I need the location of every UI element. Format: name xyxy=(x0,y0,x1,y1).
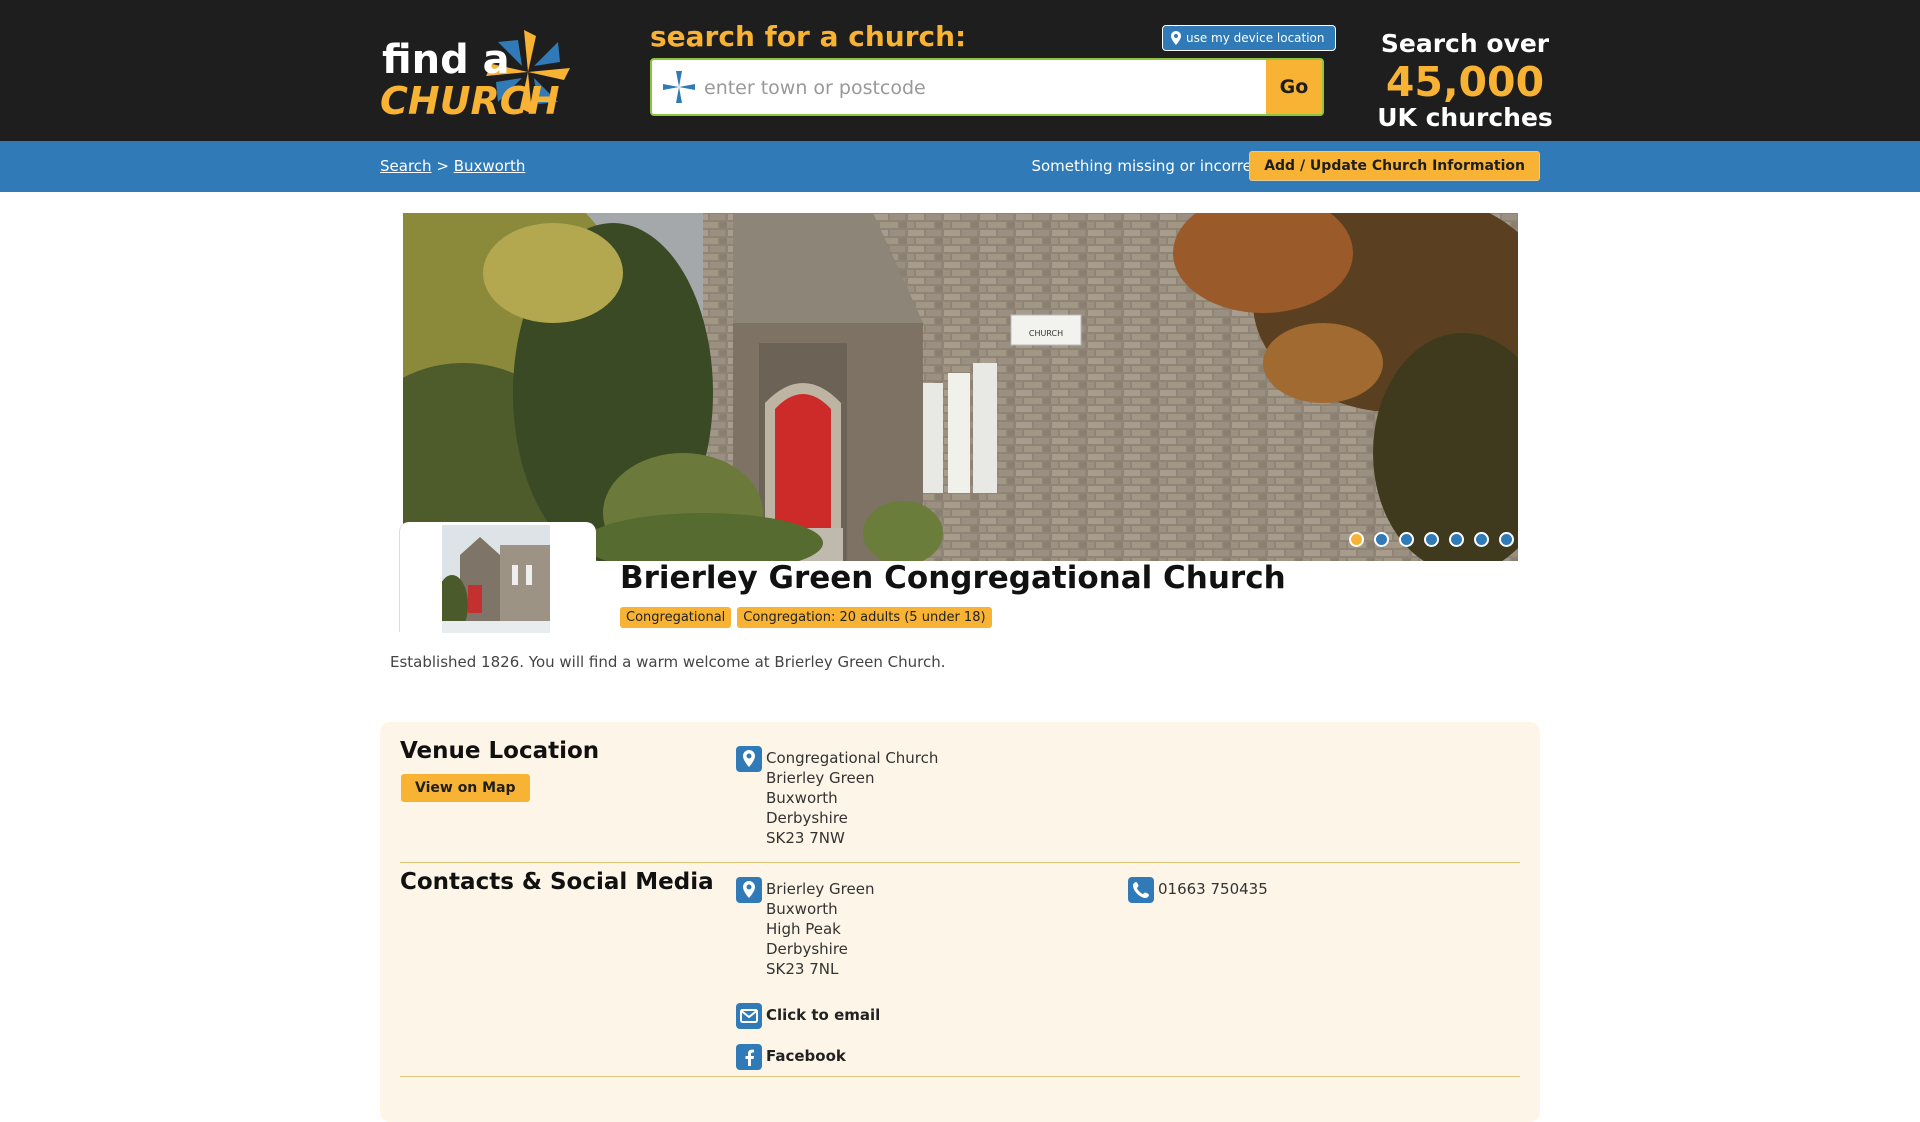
search-label: search for a church: xyxy=(650,20,967,53)
search-input[interactable] xyxy=(702,60,1266,114)
search-box: Go xyxy=(650,58,1324,116)
logo-line1: find a xyxy=(382,37,510,83)
venue-location-title: Venue Location xyxy=(400,738,600,764)
church-photo: CHURCH xyxy=(403,213,1518,561)
use-device-location-button[interactable]: use my device location xyxy=(1162,25,1336,51)
carousel-dots xyxy=(1349,532,1514,547)
contact-address-line: High Peak xyxy=(766,920,841,938)
church-sign-text: CHURCH xyxy=(1029,329,1063,338)
missing-info-text: Something missing or incorrect? xyxy=(1031,157,1274,175)
breadcrumb: Search > Buxworth xyxy=(380,157,525,175)
contact-phone[interactable]: 01663 750435 xyxy=(1158,879,1268,899)
carousel-dot[interactable] xyxy=(1499,532,1514,547)
church-cross-icon xyxy=(663,71,695,103)
section-divider xyxy=(400,862,1520,863)
church-thumbnail[interactable] xyxy=(442,525,550,633)
logo-line2: CHURCH xyxy=(380,79,560,122)
email-link[interactable]: Click to email xyxy=(766,1006,880,1024)
church-badges: Congregational Congregation: 20 adults (… xyxy=(620,607,992,628)
venue-address-line: SK23 7NW xyxy=(766,829,845,847)
main-content: CHURCH Brierley Green Congregational Chu… xyxy=(380,192,1540,1122)
contact-address-line: Buxworth xyxy=(766,900,838,918)
contact-address-line: Brierley Green xyxy=(766,880,875,898)
venue-address-line: Derbyshire xyxy=(766,809,848,827)
venue-location-section: Venue Location View on Map Congregationa… xyxy=(400,738,1520,860)
contacts-title: Contacts & Social Media xyxy=(400,869,714,895)
carousel-dot[interactable] xyxy=(1349,532,1364,547)
contact-address: Brierley Green Buxworth High Peak Derbys… xyxy=(766,879,875,979)
congregation-badge: Congregation: 20 adults (5 under 18) xyxy=(737,607,992,628)
stats-count: 45,000 xyxy=(1385,58,1545,106)
venue-address-line: Congregational Church xyxy=(766,749,939,767)
venue-address: Congregational Church Brierley Green Bux… xyxy=(766,748,938,848)
denomination-badge: Congregational xyxy=(620,607,732,628)
section-divider xyxy=(400,1076,1520,1077)
view-on-map-button[interactable]: View on Map xyxy=(401,774,530,802)
church-count-stats: Search over 45,000 UK churches xyxy=(1370,26,1560,134)
go-button[interactable]: Go xyxy=(1266,60,1322,114)
location-pin-icon xyxy=(736,746,762,772)
carousel-dot[interactable] xyxy=(1474,532,1489,547)
add-update-church-button[interactable]: Add / Update Church Information xyxy=(1249,151,1540,181)
location-pin-icon xyxy=(736,877,762,903)
church-description: Established 1826. You will find a warm w… xyxy=(390,653,946,671)
church-name: Brierley Green Congregational Church xyxy=(620,560,1286,596)
phone-icon xyxy=(1128,877,1154,903)
contact-address-line: Derbyshire xyxy=(766,940,848,958)
stats-line1: Search over xyxy=(1380,29,1550,58)
carousel-dot[interactable] xyxy=(1424,532,1439,547)
use-device-location-label: use my device location xyxy=(1186,31,1325,45)
venue-address-line: Brierley Green xyxy=(766,769,875,787)
nav-bar: Search > Buxworth Something missing or i… xyxy=(0,141,1920,192)
facebook-icon xyxy=(736,1044,762,1070)
breadcrumb-search[interactable]: Search xyxy=(380,157,432,175)
church-thumbnail-card xyxy=(399,522,596,633)
breadcrumb-separator: > xyxy=(436,157,449,175)
contact-address-line: SK23 7NL xyxy=(766,960,839,978)
facebook-link[interactable]: Facebook xyxy=(766,1047,846,1065)
carousel-dot[interactable] xyxy=(1374,532,1389,547)
church-photo-carousel[interactable]: CHURCH xyxy=(403,213,1518,561)
email-icon xyxy=(736,1003,762,1029)
site-header: find a CHURCH search for a church: use m… xyxy=(0,0,1920,141)
carousel-dot[interactable] xyxy=(1449,532,1464,547)
stats-line3: UK churches xyxy=(1377,103,1553,132)
contacts-section: Contacts & Social Media Brierley Green B… xyxy=(400,869,1520,1070)
church-details-panel: Venue Location View on Map Congregationa… xyxy=(380,722,1540,1122)
venue-address-line: Buxworth xyxy=(766,789,838,807)
breadcrumb-buxworth[interactable]: Buxworth xyxy=(454,157,526,175)
carousel-dot[interactable] xyxy=(1399,532,1414,547)
find-a-church-logo[interactable]: find a CHURCH xyxy=(380,18,585,123)
map-pin-icon xyxy=(1171,31,1181,45)
